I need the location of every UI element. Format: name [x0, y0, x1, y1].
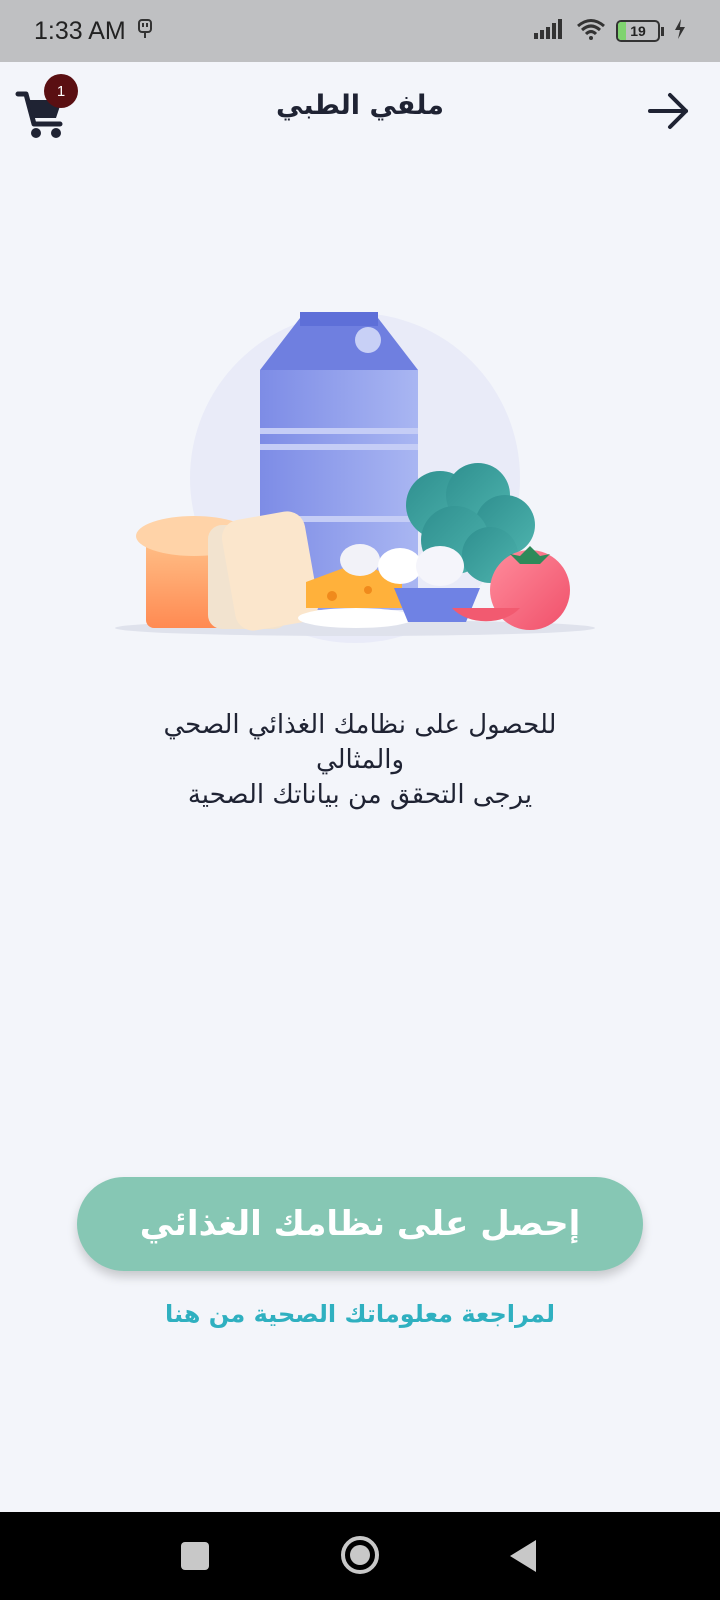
get-diet-button[interactable]: إحصل على نظامك الغذائي	[77, 1177, 643, 1271]
message-line-2: والمثالي	[315, 745, 405, 775]
status-left: 1:33 AM	[34, 17, 154, 46]
charging-icon	[674, 19, 686, 43]
arrow-right-icon	[644, 93, 694, 140]
usb-icon	[136, 18, 154, 44]
food-illustration	[110, 310, 610, 650]
signal-icon	[534, 19, 566, 43]
back-button[interactable]	[644, 86, 694, 136]
battery-level: 19	[630, 23, 646, 39]
status-right: 19	[534, 18, 686, 44]
battery-body: 19	[616, 20, 660, 42]
status-bar: 1:33 AM 19	[0, 0, 720, 62]
message-line-1: للحصول على نظامك الغذائي الصحي	[163, 710, 557, 740]
review-health-info-link[interactable]: لمراجعة معلوماتك الصحية من هنا	[0, 1300, 720, 1328]
recents-button[interactable]	[181, 1542, 209, 1570]
status-time: 1:33 AM	[34, 16, 126, 45]
wifi-icon	[576, 18, 606, 44]
battery-icon: 19	[616, 20, 664, 42]
message-line-3: يرجى التحقق من بياناتك الصحية	[187, 780, 533, 810]
system-nav-bar	[0, 1512, 720, 1600]
page-title: ملفي الطبي	[276, 90, 444, 121]
battery-fill	[618, 22, 626, 40]
header: 1 ملفي الطبي	[0, 62, 720, 172]
home-button[interactable]	[341, 1536, 379, 1574]
battery-cap	[661, 26, 664, 36]
health-message: للحصول على نظامك الغذائي الصحي والمثالي …	[60, 708, 660, 813]
system-back-button[interactable]	[510, 1540, 536, 1572]
